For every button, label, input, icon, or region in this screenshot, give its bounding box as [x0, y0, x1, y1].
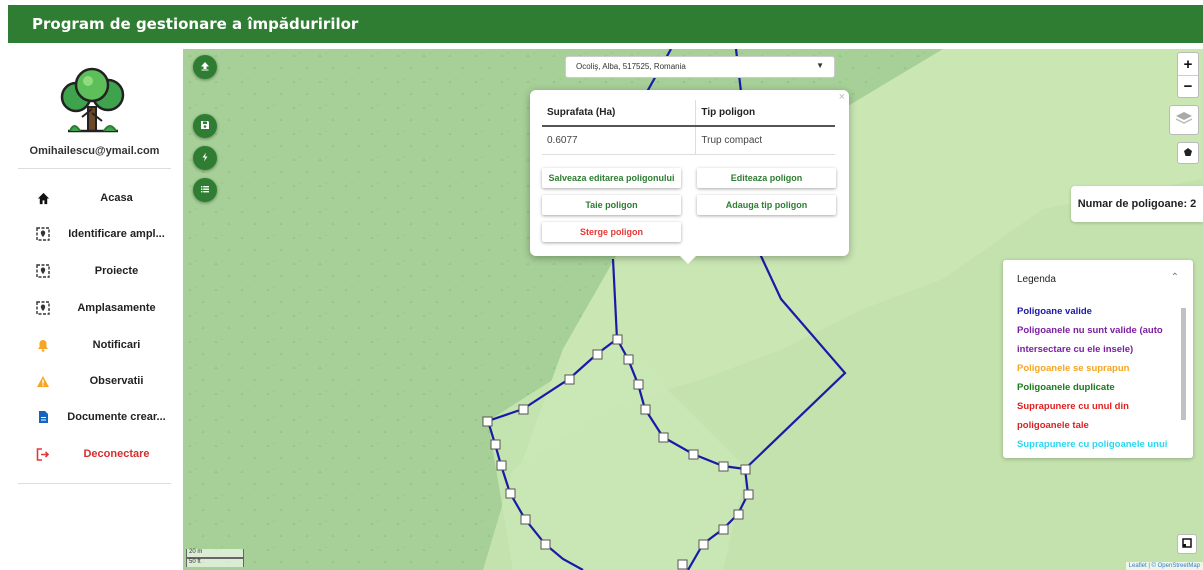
sidebar-item-identificare[interactable]: Identificare ampl...	[8, 216, 181, 252]
popup-tail	[680, 256, 696, 264]
sidebar-item-label: Deconectare	[83, 448, 150, 460]
polygon-info-table: Suprafata (Ha) Tip poligon 0.6077 Trup c…	[542, 100, 835, 155]
legend-item: Poligoanele nu sunt valide (auto interse…	[1017, 325, 1163, 355]
legend-item: Suprapunere cu poligoanele unui alt util…	[1017, 439, 1168, 450]
fullscreen-icon	[1182, 535, 1192, 553]
location-select[interactable]: Ocoliş, Alba, 517525, Romania ▼	[565, 56, 835, 78]
location-frame-icon	[33, 261, 53, 281]
cut-polygon-button[interactable]: Taie poligon	[542, 195, 681, 215]
zoom-in-button[interactable]: +	[1178, 53, 1198, 75]
table-row: 0.6077 Trup compact	[542, 126, 835, 155]
sidebar-item-label: Acasa	[100, 192, 133, 204]
scale-meters: 20 m	[186, 549, 244, 558]
sidebar-item-observatii[interactable]: Observatii	[8, 363, 181, 399]
sidebar-item-documente[interactable]: Documente crear...	[8, 399, 181, 435]
list-button[interactable]	[193, 178, 217, 202]
sidebar-item-label: Amplasamente	[77, 302, 156, 314]
legend-title: Legenda	[1017, 274, 1056, 285]
sidebar-item-label: Notificari	[92, 339, 141, 351]
sidebar-item-acasa[interactable]: Acasa	[8, 180, 181, 216]
document-icon	[33, 407, 53, 427]
save-button[interactable]	[193, 114, 217, 138]
add-polygon-type-button[interactable]: Adauga tip poligon	[697, 195, 836, 215]
sidebar-item-label: Proiecte	[94, 265, 139, 277]
warning-icon	[33, 371, 53, 391]
edit-polygon-button[interactable]: Editeaza poligon	[697, 168, 836, 188]
sidebar-item-label: Observatii	[89, 375, 144, 387]
legend-scrollbar[interactable]	[1180, 300, 1187, 450]
legend-item: Poligoanele se suprapun	[1017, 363, 1130, 374]
legend-item: Poligoanele duplicate	[1017, 382, 1115, 393]
sidebar-item-amplasamente[interactable]: Amplasamente	[8, 290, 181, 326]
map-scale: 20 m 50 ft	[186, 549, 244, 567]
sidebar-divider	[18, 168, 171, 169]
save-icon	[200, 117, 210, 135]
layers-button[interactable]	[1169, 105, 1199, 135]
scale-feet: 50 ft	[186, 558, 244, 567]
app-header: Program de gestionare a împăduririlor	[8, 5, 1203, 43]
chevron-up-icon[interactable]: ⌃	[1171, 272, 1179, 283]
sidebar-item-proiecte[interactable]: Proiecte	[8, 253, 181, 289]
flash-button[interactable]	[193, 146, 217, 170]
table-header: Tip poligon	[695, 100, 835, 127]
upload-button[interactable]	[193, 55, 217, 79]
location-frame-icon	[33, 224, 53, 244]
legend-item: Poligoane valide	[1017, 306, 1092, 317]
legend-list: Poligoane valide Poligoanele nu sunt val…	[1017, 302, 1175, 452]
zoom-out-button[interactable]: −	[1178, 75, 1198, 97]
app-title: Program de gestionare a împăduririlor	[32, 15, 359, 33]
location-value: Ocoliş, Alba, 517525, Romania	[576, 62, 686, 71]
location-frame-icon	[33, 298, 53, 318]
sidebar-divider	[18, 483, 171, 484]
bell-icon	[33, 335, 53, 355]
sidebar-item-notificari[interactable]: Notificari	[8, 327, 181, 363]
flash-icon	[200, 149, 210, 167]
legend-panel: Legenda ⌃ Poligoane valide Poligoanele n…	[1003, 260, 1193, 458]
fullscreen-button[interactable]	[1177, 534, 1197, 554]
layers-icon	[1175, 110, 1193, 131]
home-icon	[33, 188, 53, 208]
map-view[interactable]: Ocoliş, Alba, 517525, Romania ▼ × Supraf…	[183, 49, 1203, 570]
caret-down-icon: ▼	[816, 61, 824, 70]
map-attribution[interactable]: Leaflet | © OpenStreetMap	[1125, 562, 1203, 570]
area-value: 0.6077	[542, 126, 696, 155]
polygon-popup: × Suprafata (Ha) Tip poligon 0.6077 Trup…	[530, 90, 849, 264]
close-icon[interactable]: ×	[839, 91, 845, 103]
polygon-type-value: Trup compact	[695, 126, 835, 155]
sidebar: Omihailescu@ymail.com Acasa Identificare…	[8, 43, 181, 570]
polygon-counter: Numar de poligoane: 2	[1071, 186, 1203, 222]
scrollbar-thumb[interactable]	[1181, 308, 1186, 420]
draw-polygon-button[interactable]	[1177, 142, 1199, 164]
sidebar-item-deconectare[interactable]: Deconectare	[8, 436, 181, 472]
table-header: Suprafata (Ha)	[542, 100, 696, 127]
upload-icon	[200, 58, 210, 76]
tree-logo-icon	[60, 67, 125, 133]
legend-item: Suprapunere cu unul din poligoanele tale	[1017, 401, 1129, 431]
list-icon	[200, 181, 210, 199]
sidebar-item-label: Documente crear...	[67, 411, 166, 423]
logout-icon	[33, 444, 53, 464]
sidebar-item-label: Identificare ampl...	[68, 228, 165, 240]
user-email: Omihailescu@ymail.com	[29, 145, 160, 157]
delete-polygon-button[interactable]: Sterge poligon	[542, 222, 681, 242]
save-edit-button[interactable]: Salveaza editarea poligonului	[542, 168, 681, 188]
app-root: Program de gestionare a împăduririlor Om…	[0, 0, 1203, 570]
polygon-icon	[1183, 144, 1193, 162]
zoom-control: + −	[1177, 52, 1199, 98]
